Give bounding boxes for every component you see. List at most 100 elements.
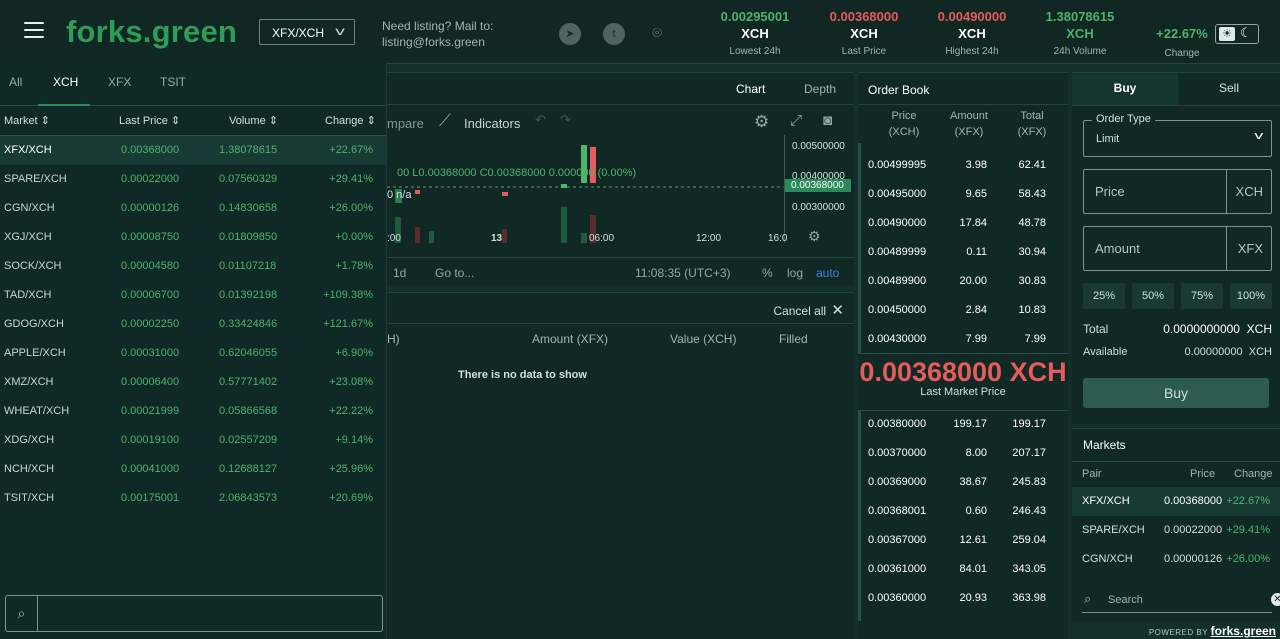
- market-row[interactable]: XDG/XCH 0.00019100 0.02557209 +9.14%: [0, 426, 386, 455]
- bid-row[interactable]: 0.00368001 0.60 246.43: [858, 497, 1068, 526]
- auto-toggle[interactable]: auto: [816, 266, 839, 280]
- mini-market-row[interactable]: SPARE/XCH 0.00022000 +29.41%: [1072, 516, 1280, 545]
- undo-icon[interactable]: ↶: [535, 112, 546, 128]
- bid-row[interactable]: 0.00360000 20.93 363.98: [858, 584, 1068, 613]
- y-tick-label: 0.00300000: [792, 202, 845, 213]
- powered-brand-link[interactable]: forks.green: [1211, 624, 1276, 638]
- range-button-1d[interactable]: 1d: [393, 266, 406, 280]
- powered-label: POWERED BY: [1148, 628, 1208, 637]
- price-input[interactable]: [1084, 170, 1227, 213]
- market-row[interactable]: CGN/XCH 0.00000126 0.14830658 +26.00%: [0, 194, 386, 223]
- bid-row[interactable]: 0.00380000 199.17 199.17: [858, 410, 1068, 439]
- tab-sell[interactable]: Sell: [1178, 73, 1280, 105]
- tab-xfx[interactable]: XFX: [108, 75, 131, 89]
- ask-row[interactable]: 0.00490000 17.84 48.78: [858, 209, 1068, 238]
- axis-settings-icon[interactable]: ⚙: [808, 228, 821, 245]
- price-prefix: 0.004: [868, 217, 896, 229]
- tab-tsit[interactable]: TSIT: [160, 75, 186, 89]
- total-label: Total: [1083, 322, 1109, 336]
- market-row[interactable]: SPARE/XCH 0.00022000 0.07560329 +29.41%: [0, 165, 386, 194]
- bid-row[interactable]: 0.00369000 38.67 245.83: [858, 468, 1068, 497]
- market-row[interactable]: XFX/XCH 0.00368000 1.38078615 +22.67%: [0, 136, 386, 165]
- twitter-icon[interactable]: t: [603, 23, 625, 45]
- mini-market-row[interactable]: XFX/XCH 0.00368000 +22.67%: [1072, 487, 1280, 516]
- market-change: +23.08%: [329, 376, 373, 388]
- market-search-input[interactable]: [40, 596, 380, 631]
- market-row[interactable]: XMZ/XCH 0.00006400 0.57771402 +23.08%: [0, 368, 386, 397]
- indicators-button[interactable]: Indicators: [464, 116, 520, 131]
- market-row[interactable]: TAD/XCH 0.00006700 0.01392198 +109.38%: [0, 281, 386, 310]
- tab-all[interactable]: All: [9, 75, 22, 89]
- available-line: Available 0.00000000 XCH: [1083, 346, 1272, 358]
- mini-market-row[interactable]: CGN/XCH 0.00000126 +26.00%: [1072, 545, 1280, 574]
- clear-icon[interactable]: ✕: [1271, 593, 1280, 606]
- price-unit: XCH: [1235, 184, 1263, 199]
- compare-button[interactable]: mpare: [387, 116, 424, 131]
- percent-75-button[interactable]: 75%: [1181, 283, 1223, 309]
- price-prefix: 0.003: [868, 563, 896, 575]
- ask-row[interactable]: 0.00499995 3.98 62.41: [858, 151, 1068, 180]
- market-row[interactable]: NCH/XCH 0.00041000 0.12688127 +25.96%: [0, 455, 386, 484]
- ask-row[interactable]: 0.00489999 0.11 30.94: [858, 238, 1068, 267]
- last-price-value: 0.00368000 XCH: [859, 357, 1067, 387]
- ask-row[interactable]: 0.00430000 7.99 7.99: [858, 325, 1068, 354]
- sort-market[interactable]: Market ⇕: [4, 114, 50, 127]
- candlestick-chart[interactable]: [387, 135, 784, 243]
- price-prefix: 0.003: [868, 592, 896, 604]
- market-row[interactable]: SOCK/XCH 0.00004580 0.01107218 +1.78%: [0, 252, 386, 281]
- market-row[interactable]: GDOG/XCH 0.00002250 0.33424846 +121.67%: [0, 310, 386, 339]
- cancel-all-button[interactable]: Cancel all ✕: [773, 301, 844, 319]
- goto-button[interactable]: Go to...: [435, 266, 474, 280]
- camera-icon[interactable]: ◙: [823, 112, 832, 129]
- redo-icon[interactable]: ↷: [560, 112, 571, 128]
- tab-chart[interactable]: Chart: [736, 82, 765, 96]
- markets-search-input[interactable]: [1108, 591, 1248, 609]
- indicators-icon[interactable]: ⟋: [439, 111, 451, 131]
- market-row[interactable]: APPLE/XCH 0.00031000 0.62046055 +6.90%: [0, 339, 386, 368]
- bid-row[interactable]: 0.00367000 12.61 259.04: [858, 526, 1068, 555]
- last-market-price: 0.00368000 XCH Last Market Price: [858, 353, 1068, 411]
- tab-xch[interactable]: XCH: [53, 75, 78, 89]
- mini-change: +29.41%: [1226, 524, 1270, 536]
- column-header: H): [387, 332, 400, 346]
- sort-volume[interactable]: Volume ⇕: [229, 114, 278, 127]
- order-price: 0.00380000: [868, 418, 926, 430]
- x-tick-label: 12:00: [696, 233, 722, 244]
- theme-toggle[interactable]: ☀ ☾: [1215, 24, 1259, 44]
- listing-email-link[interactable]: listing@forks.green: [382, 34, 493, 50]
- fullscreen-icon[interactable]: ⤢: [790, 112, 802, 129]
- tab-buy[interactable]: Buy: [1072, 73, 1178, 105]
- market-row[interactable]: WHEAT/XCH 0.00021999 0.05866568 +22.22%: [0, 397, 386, 426]
- percent-toggle[interactable]: %: [762, 266, 773, 280]
- percent-100-button[interactable]: 100%: [1230, 283, 1272, 309]
- ask-row[interactable]: 0.00450000 2.84 10.83: [858, 296, 1068, 325]
- sort-change[interactable]: Change ⇕: [325, 114, 376, 127]
- chevron-down-icon: v: [335, 24, 345, 38]
- log-toggle[interactable]: log: [787, 266, 803, 280]
- order-book: Order Book Price (XCH) Amount (XFX) Total (…: [858, 72, 1068, 639]
- pair-select[interactable]: XFX/XCH v: [259, 19, 355, 45]
- bid-row[interactable]: 0.00370000 8.00 207.17: [858, 439, 1068, 468]
- ask-row[interactable]: 0.00489900 20.00 30.83: [858, 267, 1068, 296]
- hamburger-menu-icon[interactable]: [24, 22, 44, 40]
- market-row[interactable]: TSIT/XCH 0.00175001 2.06843573 +20.69%: [0, 484, 386, 513]
- price-prefix: 0.004: [868, 159, 896, 171]
- sort-last-price[interactable]: Last Price ⇕: [119, 114, 180, 127]
- order-total: 245.83: [1012, 476, 1046, 488]
- ask-row[interactable]: 0.00495000 9.65 58.43: [858, 180, 1068, 209]
- settings-gear-icon[interactable]: ⚙: [754, 112, 769, 132]
- available-label: Available: [1083, 346, 1128, 358]
- amount-input[interactable]: [1084, 227, 1227, 270]
- brand-logo[interactable]: forks.green: [66, 14, 237, 50]
- total-unit: XCH: [1246, 322, 1272, 336]
- bid-row[interactable]: 0.00361000 84.01 343.05: [858, 555, 1068, 584]
- order-type-select[interactable]: Order Type Limit v: [1083, 113, 1272, 157]
- percent-50-button[interactable]: 50%: [1132, 283, 1174, 309]
- discord-icon[interactable]: ⌾: [646, 23, 668, 45]
- market-row[interactable]: XGJ/XCH 0.00008750 0.01809850 +0.00%: [0, 223, 386, 252]
- telegram-icon[interactable]: ➤: [559, 23, 581, 45]
- column-header-price: Price (XCH): [888, 108, 920, 140]
- percent-25-button[interactable]: 25%: [1083, 283, 1125, 309]
- tab-depth[interactable]: Depth: [804, 82, 836, 96]
- buy-button[interactable]: Buy: [1083, 378, 1269, 408]
